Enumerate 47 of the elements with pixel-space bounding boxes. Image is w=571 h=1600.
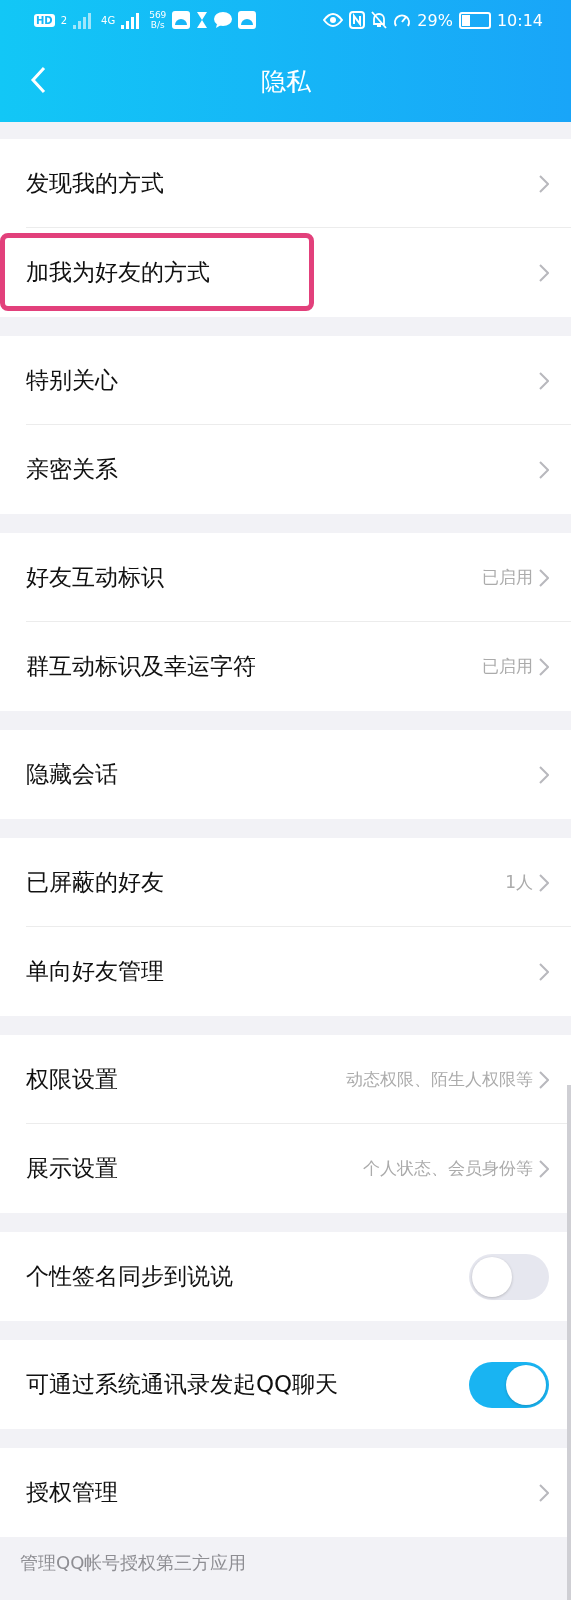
setting-label[interactable]: 已屏蔽的好友 — [26, 867, 506, 898]
setting-value: 已启用 — [482, 655, 533, 678]
chevron-icon — [539, 460, 549, 479]
chevron-icon — [539, 1159, 549, 1178]
sim-number: 2 — [60, 14, 68, 26]
setting-label[interactable]: 加我为好友的方式 — [26, 257, 539, 288]
toggle-switch[interactable] — [469, 1361, 549, 1408]
hourglass-icon — [196, 11, 209, 29]
app-icon — [172, 11, 191, 29]
app-icon — [238, 11, 257, 29]
toggle-switch[interactable] — [469, 1253, 549, 1300]
setting-value: 1人 — [505, 871, 533, 894]
battery-icon — [458, 11, 491, 29]
setting-label[interactable]: 展示设置 — [26, 1153, 363, 1184]
chevron-icon — [539, 657, 549, 676]
setting-label[interactable]: 亲密关系 — [26, 454, 539, 485]
setting-value: 个人状态、会员身份等 — [363, 1157, 533, 1180]
back-icon[interactable] — [30, 66, 46, 94]
setting-label[interactable]: 好友互动标识 — [26, 562, 482, 593]
eye-icon — [323, 13, 344, 27]
chevron-icon — [539, 1483, 549, 1502]
clock-time: 10:14 — [496, 10, 543, 30]
setting-value: 动态权限、陌生人权限等 — [346, 1068, 533, 1091]
network-speed: 569 B/s — [149, 10, 167, 30]
setting-value: 已启用 — [482, 566, 533, 589]
chevron-icon — [539, 174, 549, 193]
nfc-icon — [349, 11, 366, 29]
chevron-icon — [539, 765, 549, 784]
page-title: 隐私 — [260, 65, 311, 98]
chevron-icon — [539, 1070, 549, 1089]
chevron-icon — [539, 263, 549, 282]
network-type: 4G — [101, 14, 116, 26]
bell-off-icon — [371, 11, 388, 29]
setting-label[interactable]: 发现我的方式 — [26, 168, 539, 199]
chat-bubble-icon — [214, 12, 233, 28]
chevron-icon — [539, 962, 549, 981]
footer-note: 管理QQ帐号授权第三方应用 — [19, 1551, 248, 1575]
chevron-icon — [539, 873, 549, 892]
battery-percent: 29% — [417, 10, 453, 30]
gauge-icon — [393, 11, 412, 29]
setting-label[interactable]: 权限设置 — [26, 1064, 346, 1095]
chevron-icon — [539, 371, 549, 390]
setting-label[interactable]: 单向好友管理 — [26, 956, 539, 987]
hd-indicator: HD — [34, 13, 55, 27]
setting-label[interactable]: 特别关心 — [26, 365, 539, 396]
chevron-icon — [539, 568, 549, 587]
setting-label[interactable]: 群互动标识及幸运字符 — [26, 651, 482, 682]
